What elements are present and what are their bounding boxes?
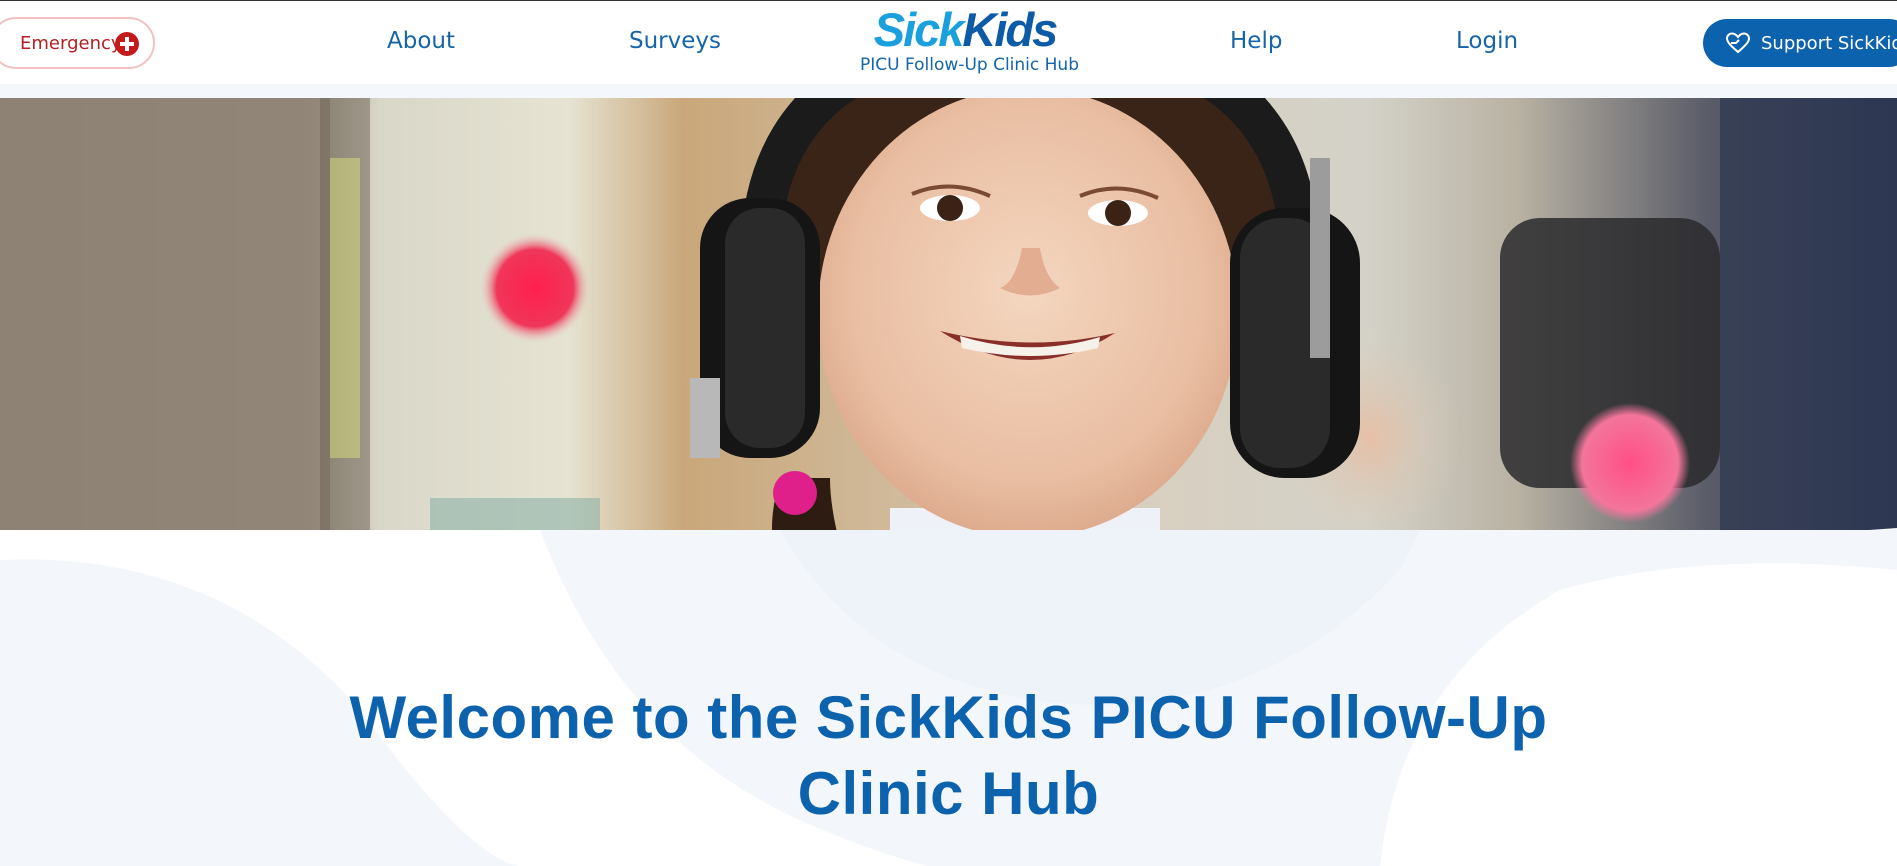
- logo-wordmark: SickKids: [860, 3, 1070, 57]
- main-content: Welcome to the SickKids PICU Follow-Up C…: [0, 530, 1897, 866]
- support-sickkids-button[interactable]: Support SickKids: [1703, 19, 1897, 67]
- logo-sick: Sick: [873, 3, 965, 56]
- emergency-button[interactable]: Emergency: [0, 17, 155, 69]
- site-header: Emergency About Surveys SickKids ® PICU …: [0, 0, 1897, 84]
- nav-login-link[interactable]: Login: [1456, 28, 1518, 54]
- nav-about-link[interactable]: About: [387, 28, 455, 54]
- logo-kids: Kids: [962, 3, 1058, 56]
- support-label: Support SickKids: [1761, 32, 1897, 54]
- nav-surveys-link[interactable]: Surveys: [629, 28, 721, 54]
- heart-hand-icon: [1725, 32, 1751, 54]
- logo-subtitle: PICU Follow-Up Clinic Hub: [860, 55, 1079, 75]
- sickkids-logo[interactable]: SickKids ® PICU Follow-Up Clinic Hub: [860, 3, 1079, 75]
- hero-image: [0, 98, 1897, 578]
- emergency-label: Emergency: [20, 32, 122, 54]
- logo-registered-mark: ®: [1027, 11, 1036, 21]
- welcome-heading: Welcome to the SickKids PICU Follow-Up C…: [349, 684, 1548, 827]
- hero-child-headphones-illustration: [0, 98, 1897, 578]
- page-title: Welcome to the SickKids PICU Follow-Up C…: [0, 680, 1897, 832]
- header-divider-band: [0, 84, 1897, 98]
- emergency-plus-icon: [115, 32, 139, 56]
- nav-help-link[interactable]: Help: [1230, 28, 1282, 54]
